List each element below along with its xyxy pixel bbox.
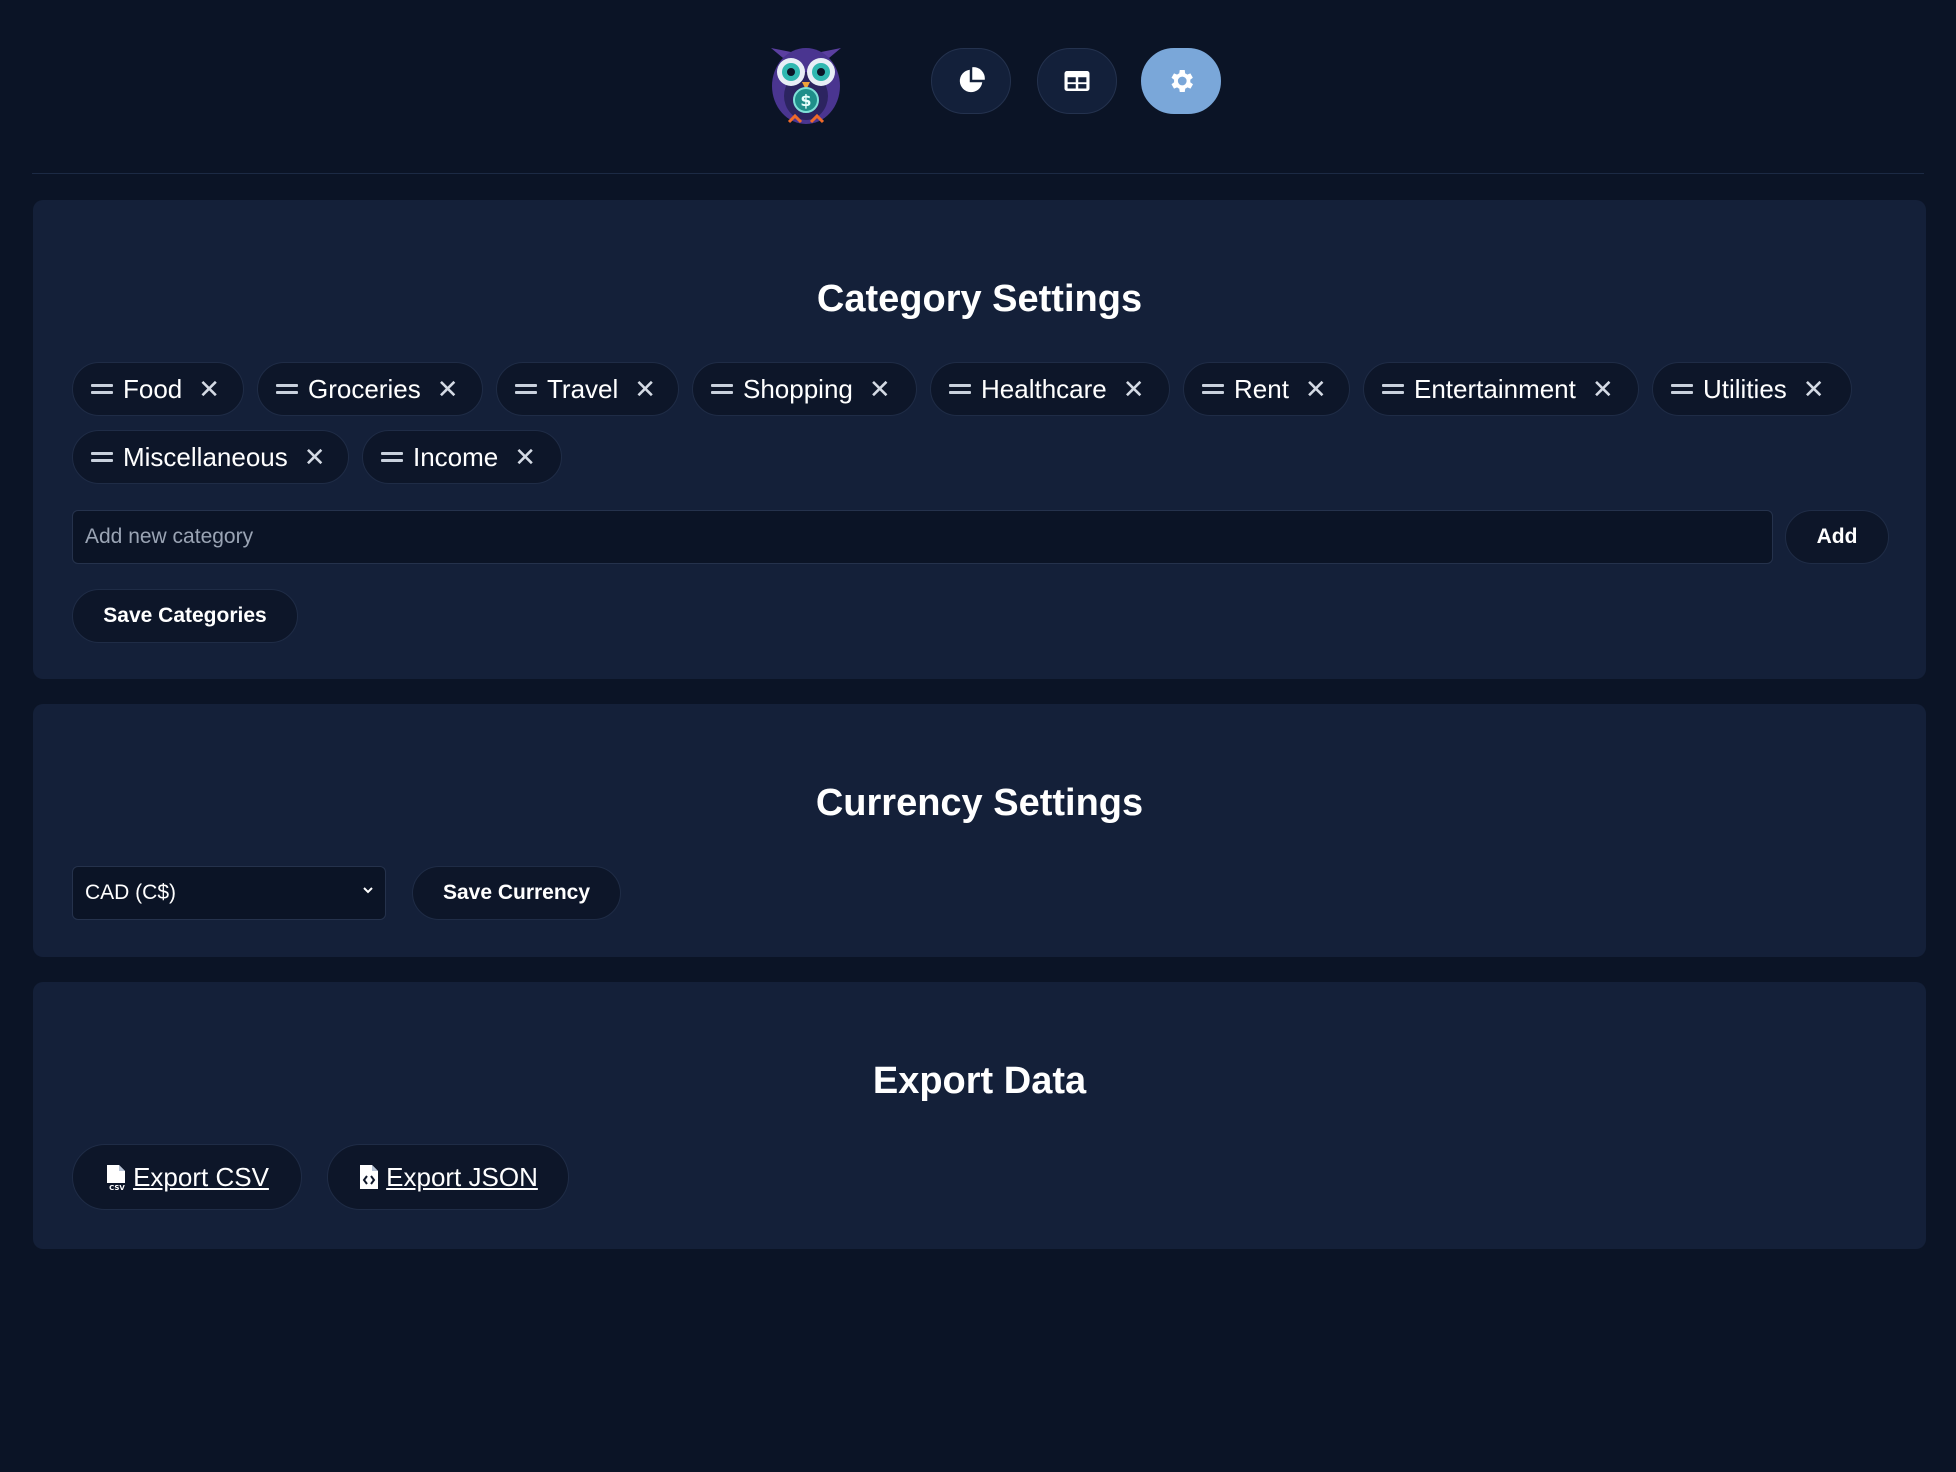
export-data-title: Export Data (872, 1060, 1087, 1102)
category-chip[interactable]: Travel ✕ (496, 362, 679, 416)
category-chip[interactable]: Food ✕ (72, 362, 244, 416)
chevron-down-icon (363, 887, 373, 894)
nav-dashboard-button[interactable] (931, 48, 1011, 114)
category-label: Healthcare (981, 373, 1107, 404)
remove-category-icon[interactable]: ✕ (634, 374, 656, 405)
drag-handle-icon[interactable] (1671, 380, 1693, 398)
remove-category-icon[interactable]: ✕ (304, 442, 326, 473)
category-chip[interactable]: Groceries ✕ (257, 362, 483, 416)
category-label: Travel (547, 373, 619, 404)
category-label: Entertainment (1414, 373, 1576, 404)
remove-category-icon[interactable]: ✕ (198, 374, 220, 405)
drag-handle-icon[interactable] (91, 380, 113, 398)
category-label: Rent (1234, 373, 1289, 404)
category-chip[interactable]: Entertainment ✕ (1363, 362, 1639, 416)
export-csv-label: Export CSV (133, 1161, 269, 1192)
category-chip[interactable]: Shopping ✕ (692, 362, 917, 416)
category-label: Food (123, 373, 183, 404)
export-json-button[interactable]: Export JSON (327, 1144, 569, 1210)
csv-file-icon: CSV (107, 1165, 126, 1191)
currency-settings-title: Currency Settings (815, 782, 1144, 824)
remove-category-icon[interactable]: ✕ (514, 442, 536, 473)
currency-select[interactable]: CAD (C$) (72, 866, 386, 920)
remove-category-icon[interactable]: ✕ (437, 374, 459, 405)
drag-handle-icon[interactable] (1382, 380, 1404, 398)
gear-icon (1171, 70, 1193, 92)
pie-chart-icon (959, 67, 985, 93)
drag-handle-icon[interactable] (381, 448, 403, 466)
category-chip[interactable]: Utilities ✕ (1652, 362, 1852, 416)
category-chip[interactable]: Rent ✕ (1183, 362, 1350, 416)
category-label: Groceries (308, 373, 421, 404)
drag-handle-icon[interactable] (1202, 380, 1224, 398)
table-icon (1064, 71, 1090, 91)
drag-handle-icon[interactable] (711, 380, 733, 398)
svg-text:$: $ (800, 91, 811, 110)
save-currency-button[interactable]: Save Currency (412, 866, 621, 920)
currency-selected-value: CAD (C$) (85, 881, 177, 904)
remove-category-icon[interactable]: ✕ (869, 374, 891, 405)
drag-handle-icon[interactable] (949, 380, 971, 398)
top-nav-bar: $ (32, 0, 1924, 174)
remove-category-icon[interactable]: ✕ (1123, 374, 1145, 405)
category-label: Utilities (1703, 373, 1787, 404)
category-settings-title: Category Settings (816, 278, 1143, 320)
category-label: Shopping (743, 373, 853, 404)
remove-category-icon[interactable]: ✕ (1592, 374, 1614, 405)
category-chip[interactable]: Miscellaneous ✕ (72, 430, 349, 484)
drag-handle-icon[interactable] (276, 380, 298, 398)
export-csv-button[interactable]: CSV Export CSV (72, 1144, 302, 1210)
drag-handle-icon[interactable] (515, 380, 537, 398)
category-label: Miscellaneous (123, 441, 288, 472)
category-label: Income (413, 441, 499, 472)
add-category-button[interactable]: Add (1785, 510, 1889, 564)
nav-settings-button[interactable] (1141, 48, 1221, 114)
new-category-input[interactable] (72, 510, 1773, 564)
svg-text:CSV: CSV (109, 1184, 125, 1191)
owl-logo: $ (761, 36, 851, 128)
save-categories-button[interactable]: Save Categories (72, 589, 298, 643)
remove-category-icon[interactable]: ✕ (1803, 374, 1825, 405)
category-settings-card: Category Settings Food ✕ Groceries ✕ Tra… (33, 200, 1926, 679)
currency-settings-card: Currency Settings CAD (C$) Save Currency (33, 704, 1926, 957)
json-file-icon (360, 1165, 379, 1189)
drag-handle-icon[interactable] (91, 448, 113, 466)
remove-category-icon[interactable]: ✕ (1305, 374, 1327, 405)
nav-table-button[interactable] (1037, 48, 1117, 114)
category-chip[interactable]: Income ✕ (362, 430, 562, 484)
export-data-card: Export Data CSV Export CSV Export JSON (33, 982, 1926, 1249)
category-chip[interactable]: Healthcare ✕ (930, 362, 1170, 416)
export-json-label: Export JSON (386, 1161, 538, 1192)
